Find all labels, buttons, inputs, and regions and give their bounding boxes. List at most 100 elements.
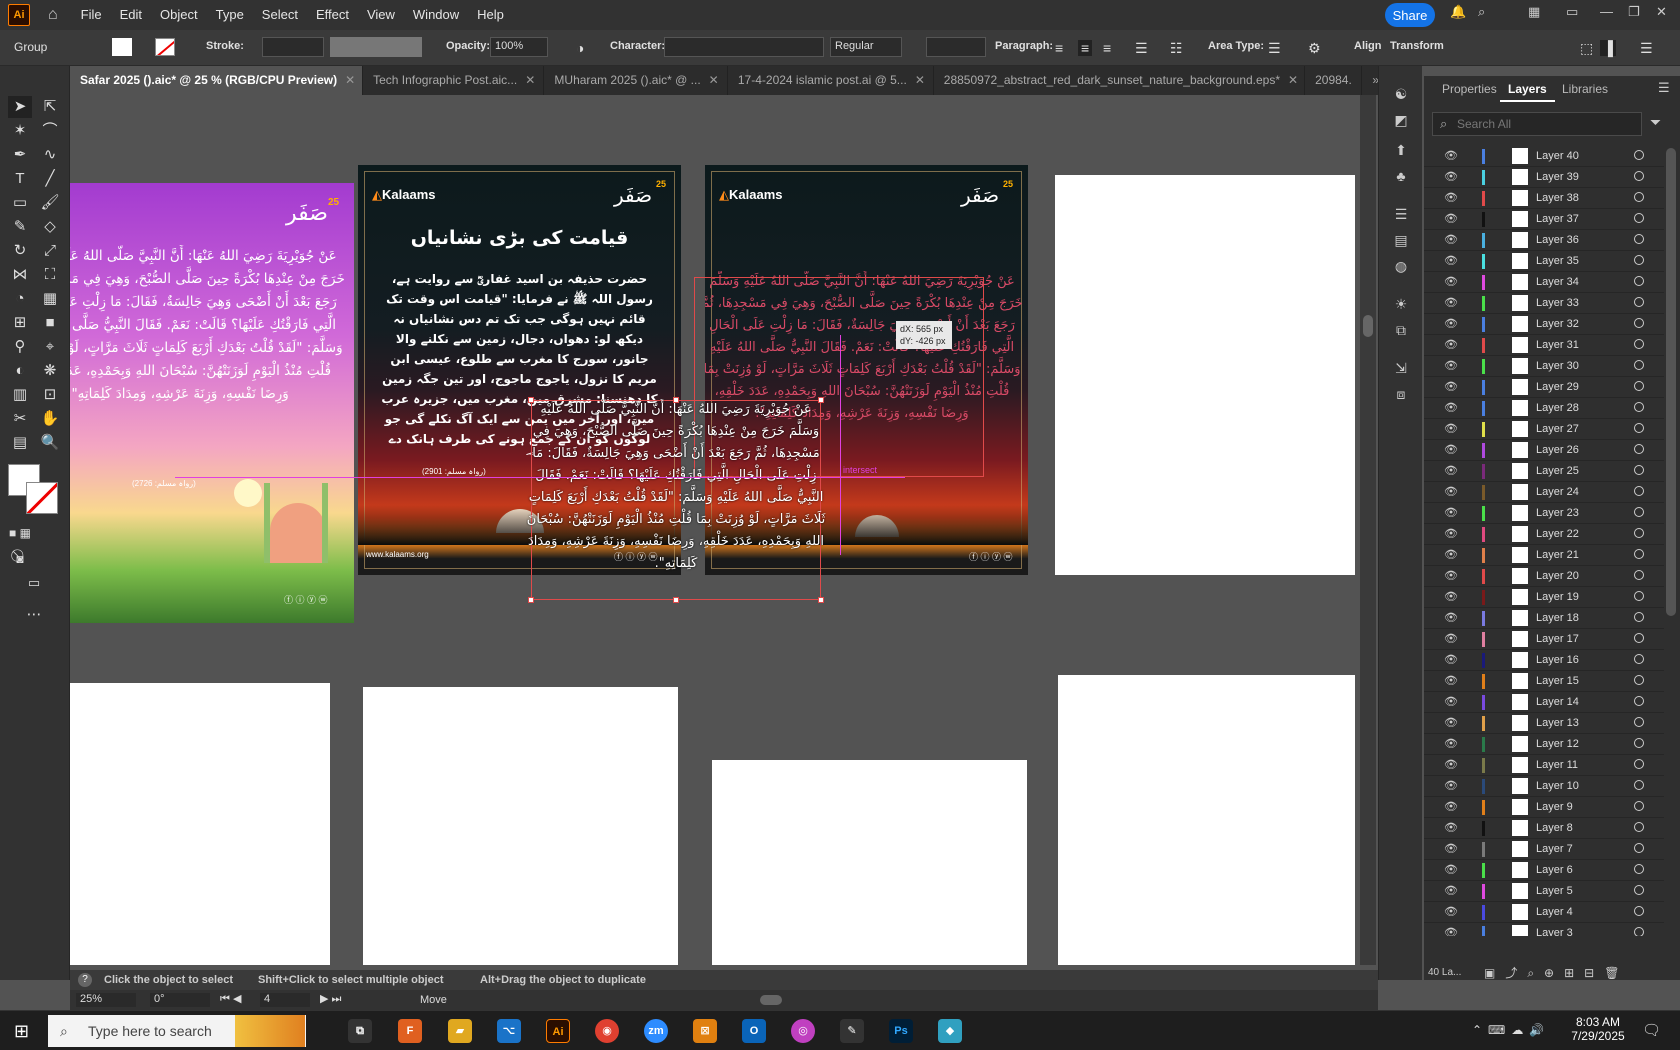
clock[interactable]: 8:03 AM 7/29/2025: [1568, 1015, 1628, 1043]
close-tab-icon[interactable]: ✕: [525, 73, 535, 87]
close-tab-icon[interactable]: ✕: [345, 73, 355, 87]
target-icon[interactable]: [1634, 591, 1644, 601]
target-icon[interactable]: [1634, 822, 1644, 832]
visibility-eye-icon[interactable]: 👁: [1444, 863, 1458, 876]
target-icon[interactable]: [1634, 297, 1644, 307]
scale-tool-icon[interactable]: ⤢: [38, 240, 62, 262]
visibility-eye-icon[interactable]: 👁: [1444, 401, 1458, 414]
visibility-eye-icon[interactable]: 👁: [1444, 569, 1458, 582]
restore-icon[interactable]: ❐: [1628, 4, 1640, 20]
free-transform-tool-icon[interactable]: ⛶: [38, 264, 62, 286]
horizontal-scrollbar-thumb[interactable]: [760, 995, 782, 1005]
layer-row[interactable]: 👁 Layer 28: [1424, 398, 1664, 419]
layer-row[interactable]: 👁 Layer 26: [1424, 440, 1664, 461]
layer-row[interactable]: 👁 Layer 23: [1424, 503, 1664, 524]
resize-handle[interactable]: [673, 397, 679, 403]
task-view-icon[interactable]: ⧉: [348, 1019, 372, 1043]
layers-scrollbar[interactable]: [1666, 148, 1676, 616]
vscode-icon[interactable]: ⌥: [497, 1019, 521, 1043]
target-icon[interactable]: [1634, 843, 1644, 853]
target-icon[interactable]: [1634, 465, 1644, 475]
resize-handle[interactable]: [528, 597, 534, 603]
visibility-eye-icon[interactable]: 👁: [1444, 674, 1458, 687]
visibility-eye-icon[interactable]: 👁: [1444, 170, 1458, 183]
visibility-eye-icon[interactable]: 👁: [1444, 275, 1458, 288]
color-mode-icon[interactable]: ■ ▦ ⃠: [8, 522, 32, 544]
visibility-eye-icon[interactable]: 👁: [1444, 842, 1458, 855]
tab-muharam-2025[interactable]: MUharam 2025 ().aic* @ ... ✕: [544, 66, 728, 95]
width-tool-icon[interactable]: ⋈: [8, 264, 32, 286]
app-icon[interactable]: ◆: [938, 1019, 962, 1043]
align-link[interactable]: Align: [1354, 40, 1382, 52]
mesh-tool-icon[interactable]: ⊞: [8, 312, 32, 334]
zoom-field[interactable]: 25%: [76, 993, 136, 1007]
eraser-tool-icon[interactable]: ◇: [38, 216, 62, 238]
layer-row[interactable]: 👁 Layer 10: [1424, 776, 1664, 797]
target-icon[interactable]: [1634, 570, 1644, 580]
target-icon[interactable]: [1634, 675, 1644, 685]
layer-row[interactable]: 👁 Layer 32: [1424, 314, 1664, 335]
layer-row[interactable]: 👁 Layer 11: [1424, 755, 1664, 776]
pathfinder-icon[interactable]: ⧈: [1389, 386, 1413, 406]
layer-row[interactable]: 👁 Layer 31: [1424, 335, 1664, 356]
align-left-icon[interactable]: ≡: [1055, 40, 1063, 56]
menu-type[interactable]: Type: [207, 0, 253, 30]
layer-row[interactable]: 👁 Layer 4: [1424, 902, 1664, 923]
visibility-eye-icon[interactable]: 👁: [1444, 821, 1458, 834]
visibility-eye-icon[interactable]: 👁: [1444, 737, 1458, 750]
layer-row[interactable]: 👁 Layer 29: [1424, 377, 1664, 398]
export-icon[interactable]: ⇲: [1389, 360, 1413, 380]
search-icon[interactable]: ⌕: [1478, 4, 1485, 20]
close-icon[interactable]: ✕: [1656, 4, 1667, 20]
transform-link[interactable]: Transform: [1390, 40, 1444, 52]
layers-search-input[interactable]: Search All: [1432, 112, 1642, 136]
variable-width-profile[interactable]: [330, 37, 422, 57]
visibility-eye-icon[interactable]: 👁: [1444, 905, 1458, 918]
opacity-field[interactable]: 100%: [490, 37, 548, 57]
layer-row[interactable]: 👁 Layer 22: [1424, 524, 1664, 545]
visibility-eye-icon[interactable]: 👁: [1444, 758, 1458, 771]
tab-properties[interactable]: Properties: [1434, 76, 1505, 102]
area-type-icon[interactable]: ☰: [1268, 40, 1281, 57]
pen-tool-icon[interactable]: ✒: [8, 144, 32, 166]
direct-selection-tool-icon[interactable]: ⇱: [38, 96, 62, 118]
bullets-icon[interactable]: ☰: [1135, 40, 1148, 57]
visibility-eye-icon[interactable]: 👁: [1444, 800, 1458, 813]
target-icon[interactable]: [1634, 213, 1644, 223]
visibility-eye-icon[interactable]: 👁: [1444, 548, 1458, 561]
zoom-app-icon[interactable]: zm: [644, 1019, 668, 1043]
visibility-eye-icon[interactable]: 👁: [1444, 926, 1458, 936]
visibility-eye-icon[interactable]: 👁: [1444, 191, 1458, 204]
menu-file[interactable]: File: [72, 0, 111, 30]
close-tab-icon[interactable]: ✕: [709, 73, 719, 87]
filter-icon[interactable]: ⏷: [1650, 114, 1661, 131]
target-icon[interactable]: [1634, 717, 1644, 727]
magic-wand-tool-icon[interactable]: ✶: [8, 120, 32, 142]
panel-menu-icon[interactable]: ☰: [1658, 80, 1670, 96]
visibility-eye-icon[interactable]: 👁: [1444, 632, 1458, 645]
share-button[interactable]: Share: [1385, 3, 1435, 27]
graph-tool-icon[interactable]: ▥: [8, 384, 32, 406]
tab-20984[interactable]: 20984.: [1305, 66, 1363, 95]
layer-actions-icons[interactable]: ▣⤴⌕⊕⊞⊟🗑: [1484, 964, 1629, 981]
visibility-eye-icon[interactable]: 👁: [1444, 485, 1458, 498]
target-icon[interactable]: [1634, 171, 1644, 181]
bell-icon[interactable]: 🔔: [1450, 4, 1466, 20]
layer-row[interactable]: 👁 Layer 5: [1424, 881, 1664, 902]
menu-edit[interactable]: Edit: [111, 0, 151, 30]
visibility-eye-icon[interactable]: 👁: [1444, 359, 1458, 372]
windows-start-icon[interactable]: ⊞: [14, 1021, 29, 1042]
target-icon[interactable]: [1634, 738, 1644, 748]
measure-tool-icon[interactable]: ⌖: [38, 336, 62, 358]
visibility-eye-icon[interactable]: 👁: [1444, 422, 1458, 435]
symbol-sprayer-tool-icon[interactable]: ❋: [38, 360, 62, 382]
target-icon[interactable]: [1634, 864, 1644, 874]
layer-row[interactable]: 👁 Layer 8: [1424, 818, 1664, 839]
target-icon[interactable]: [1634, 528, 1644, 538]
blend-tool-icon[interactable]: ◐: [8, 360, 32, 382]
layer-row[interactable]: 👁 Layer 33: [1424, 293, 1664, 314]
tiger-widget-icon[interactable]: [235, 1015, 305, 1047]
artboard-number-field[interactable]: 4: [260, 993, 310, 1007]
tab-libraries[interactable]: Libraries: [1554, 76, 1616, 102]
target-icon[interactable]: [1634, 192, 1644, 202]
